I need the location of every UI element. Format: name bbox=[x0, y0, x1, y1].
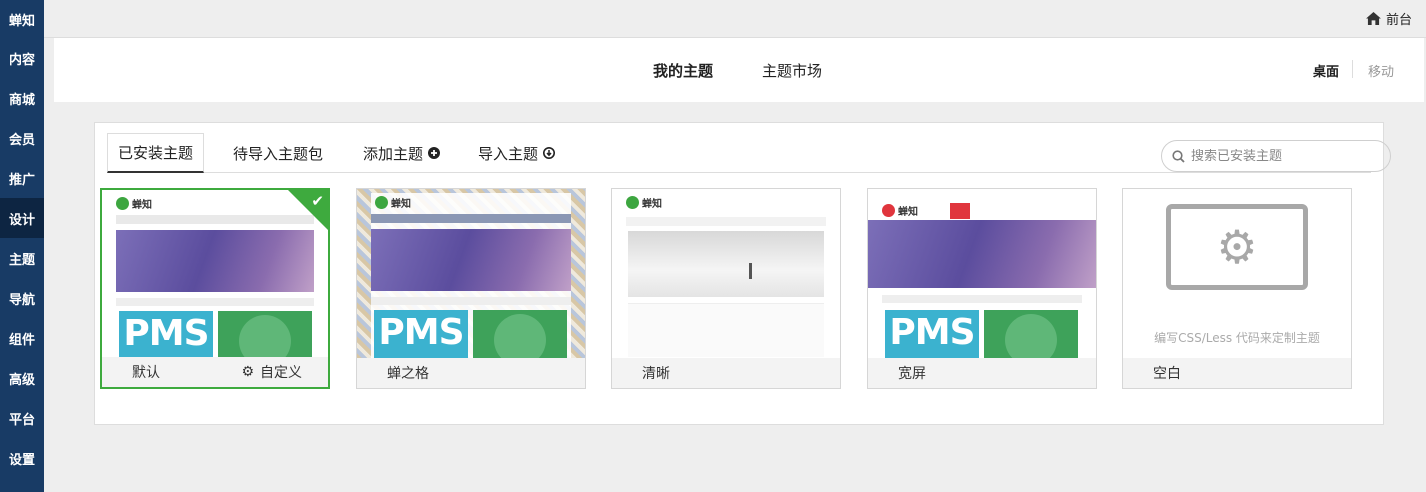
subtab-installed-label: 已安装主题 bbox=[118, 144, 194, 162]
customize-button[interactable]: ⚙ 自定义 bbox=[241, 362, 302, 382]
preview-logo-text: 蝉知 bbox=[132, 200, 152, 211]
sidebar-item-promotion[interactable]: 推广 bbox=[0, 158, 44, 198]
preview-section bbox=[371, 297, 571, 305]
search-icon bbox=[1172, 149, 1185, 163]
theme-preview-clear: 蝉知 bbox=[612, 189, 840, 359]
preview-group-tile bbox=[984, 310, 1078, 359]
top-bar: 前台 bbox=[44, 0, 1426, 38]
preview-logo: 蝉知 bbox=[626, 195, 662, 210]
theme-card-clear[interactable]: 蝉知 清晰 bbox=[611, 188, 841, 389]
theme-name: 清晰 bbox=[642, 366, 670, 382]
theme-preview-blank: ⚙ 编写CSS/Less 代码来定制主题 bbox=[1123, 189, 1351, 359]
sidebar-item-widgets[interactable]: 组件 bbox=[0, 318, 44, 358]
theme-footer-blank: 空白 bbox=[1123, 358, 1351, 388]
theme-preview-default: 蝉知 PMS ✔ bbox=[102, 190, 328, 360]
home-icon bbox=[1366, 12, 1381, 25]
sidebar-brand[interactable]: 蝉知 bbox=[0, 0, 44, 38]
theme-footer-grid: 蝉之格 bbox=[357, 358, 585, 388]
sidebar-item-content[interactable]: 内容 bbox=[0, 38, 44, 78]
preview-pms-tile: PMS bbox=[119, 311, 213, 360]
preview-banner bbox=[371, 229, 571, 291]
blank-frame: ⚙ bbox=[1166, 204, 1308, 290]
sidebar-item-shop[interactable]: 商城 bbox=[0, 78, 44, 118]
preview-section bbox=[882, 295, 1082, 303]
theme-card-wide[interactable]: 蝉知 PMS 宽屏 bbox=[867, 188, 1097, 389]
theme-footer-clear: 清晰 bbox=[612, 358, 840, 388]
sidebar-item-members[interactable]: 会员 bbox=[0, 118, 44, 158]
preview-logo: 蝉知 bbox=[375, 195, 411, 210]
sidebar-item-settings[interactable]: 设置 bbox=[0, 438, 44, 478]
preview-banner bbox=[868, 220, 1096, 288]
theme-card-default[interactable]: 蝉知 PMS ✔ 默认 ⚙ 自定义 bbox=[100, 188, 330, 389]
customize-label: 自定义 bbox=[260, 365, 302, 381]
preview-logo: 蝉知 bbox=[116, 196, 152, 211]
theme-card-grid[interactable]: 蝉知 PMS 蝉之格 bbox=[356, 188, 586, 389]
theme-preview-wide: 蝉知 PMS bbox=[868, 189, 1096, 359]
preview-nav bbox=[116, 215, 314, 224]
subtab-add-label: 添加主题 bbox=[363, 144, 424, 163]
sidebar-item-advanced[interactable]: 高级 bbox=[0, 358, 44, 398]
device-desktop[interactable]: 桌面 bbox=[1313, 61, 1339, 80]
installed-themes-panel: 已安装主题 待导入主题包 添加主题 导入主题 蝉知 PMS ✔ bbox=[94, 122, 1391, 425]
frontend-link[interactable]: 前台 bbox=[1366, 9, 1412, 28]
subtab-pending-label: 待导入主题包 bbox=[233, 144, 324, 163]
preview-logo-text: 蝉知 bbox=[898, 207, 918, 218]
preview-nav bbox=[371, 214, 571, 223]
sidebar-item-navigation[interactable]: 导航 bbox=[0, 278, 44, 318]
theme-footer-wide: 宽屏 bbox=[868, 358, 1096, 388]
preview-photo bbox=[628, 231, 824, 297]
theme-card-blank[interactable]: ⚙ 编写CSS/Less 代码来定制主题 空白 bbox=[1122, 188, 1352, 389]
subtab-import-label: 导入主题 bbox=[478, 144, 539, 163]
theme-name: 空白 bbox=[1153, 366, 1181, 382]
gear-icon: ⚙ bbox=[1216, 220, 1258, 274]
sidebar: 蝉知 内容 商城 会员 推广 设计 主题 导航 组件 高级 平台 设置 bbox=[0, 0, 44, 492]
preview-section bbox=[116, 298, 314, 306]
subtab-add-theme[interactable]: 添加主题 bbox=[363, 133, 441, 173]
theme-name: 蝉之格 bbox=[387, 366, 429, 382]
preview-logo: 蝉知 bbox=[882, 203, 918, 218]
download-circle-icon bbox=[543, 147, 556, 159]
theme-name: 宽屏 bbox=[898, 366, 926, 382]
theme-name: 默认 bbox=[132, 365, 160, 381]
gear-icon: ⚙ bbox=[241, 364, 254, 380]
subtab-bar: 已安装主题 待导入主题包 添加主题 导入主题 bbox=[107, 133, 1391, 173]
preview-logo-text: 蝉知 bbox=[391, 199, 411, 210]
plus-circle-icon bbox=[428, 147, 441, 159]
preview-pms-tile: PMS bbox=[885, 310, 979, 359]
subtab-installed[interactable]: 已安装主题 bbox=[107, 133, 205, 173]
theme-header: 我的主题 主题市场 桌面 移动 bbox=[54, 38, 1424, 102]
theme-search-box[interactable] bbox=[1161, 140, 1391, 172]
preview-nav bbox=[626, 217, 826, 226]
theme-footer-default: 默认 ⚙ 自定义 bbox=[102, 357, 328, 387]
device-divider bbox=[1352, 60, 1353, 78]
subtab-import-theme[interactable]: 导入主题 bbox=[478, 133, 556, 173]
tab-theme-market[interactable]: 主题市场 bbox=[762, 60, 822, 81]
device-mobile[interactable]: 移动 bbox=[1368, 61, 1394, 80]
sidebar-item-platform[interactable]: 平台 bbox=[0, 398, 44, 438]
theme-search-input[interactable] bbox=[1191, 148, 1371, 164]
subtab-pending-import[interactable]: 待导入主题包 bbox=[233, 133, 323, 173]
preview-banner bbox=[116, 230, 314, 292]
sidebar-item-design[interactable]: 设计 bbox=[0, 198, 44, 238]
preview-group-tile bbox=[473, 310, 567, 359]
preview-logo-text: 蝉知 bbox=[642, 199, 662, 210]
preview-pms-tile: PMS bbox=[374, 310, 468, 359]
check-icon: ✔ bbox=[311, 192, 324, 210]
sidebar-item-theme[interactable]: 主题 bbox=[0, 238, 44, 278]
blank-theme-message: 编写CSS/Less 代码来定制主题 bbox=[1154, 331, 1320, 345]
theme-preview-grid: 蝉知 PMS bbox=[357, 189, 585, 359]
preview-group-tile bbox=[218, 311, 312, 360]
tab-my-themes[interactable]: 我的主题 bbox=[653, 60, 713, 81]
frontend-label: 前台 bbox=[1385, 13, 1412, 28]
